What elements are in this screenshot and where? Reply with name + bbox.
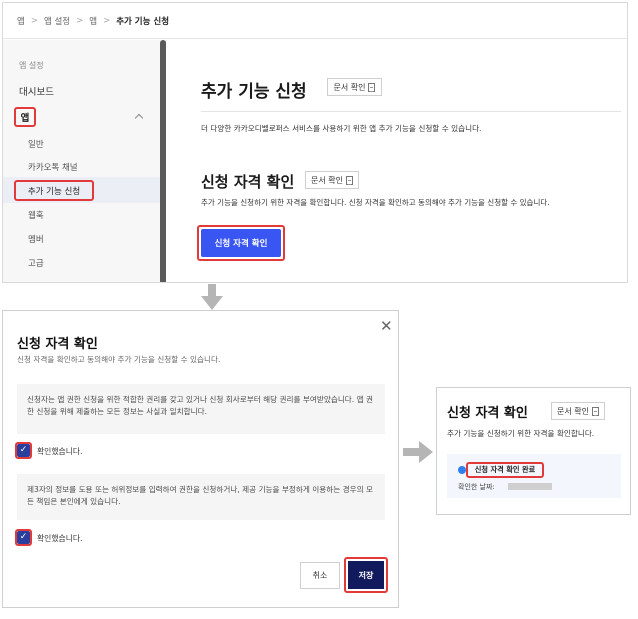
sidebar-item-general[interactable]: 일반 xyxy=(28,138,44,150)
sidebar-item-dashboard[interactable]: 대시보드 xyxy=(19,84,54,98)
checkbox-1-label: 확인했습니다. xyxy=(37,447,83,456)
confirmed-date-label: 확인한 날짜: xyxy=(458,483,495,491)
breadcrumb-app2[interactable]: 앱 xyxy=(89,15,97,27)
arrow-right-icon xyxy=(403,441,433,463)
document-icon xyxy=(591,406,599,416)
doc-check-button[interactable]: 문서 확인 xyxy=(327,78,382,96)
status-text: 신청 자격 확인 완료 xyxy=(474,465,536,474)
title-divider xyxy=(201,111,621,112)
result-description: 추가 기능을 신청하기 위한 자격을 확인합니다. xyxy=(447,429,595,438)
checkbox-2[interactable]: ✓ xyxy=(17,531,30,544)
result-title: 신청 자격 확인 xyxy=(447,406,528,421)
result-doc-check-label: 문서 확인 xyxy=(557,406,589,416)
notice-rights-text: 신청자는 앱 권한 신청을 위한 적합한 권리를 갖고 있거나 신청 회사로부터… xyxy=(27,395,374,416)
modal-subtitle: 신청 자격을 확인하고 동의해야 추가 기능을 신청할 수 있습니다. xyxy=(17,355,221,364)
eligibility-check-button-highlight: 신청 자격 확인 xyxy=(197,225,285,261)
sidebar-item-app[interactable]: 앱 xyxy=(14,107,36,127)
checkbox-1[interactable]: ✓ xyxy=(17,444,30,457)
sidebar: 앱 설정 대시보드 앱 일반 카카오톡 채널 추가 기능 신청 웹훅 멤버 고급 xyxy=(3,40,166,282)
notice-box-rights: 신청자는 앱 권한 신청을 위한 적합한 권리를 갖고 있거나 신청 회사로부터… xyxy=(17,384,385,434)
section-doc-check-label: 문서 확인 xyxy=(311,175,343,185)
breadcrumb: 앱 > 앱 설정 > 앱 > 추가 기능 신청 xyxy=(3,3,627,39)
save-button[interactable]: 저장 xyxy=(348,561,384,589)
document-icon xyxy=(368,82,376,92)
breadcrumb-current: 추가 기능 신청 xyxy=(116,16,170,27)
eligibility-check-button[interactable]: 신청 자격 확인 xyxy=(201,229,281,257)
eligibility-modal: 신청 자격 확인 ✕ 신청 자격을 확인하고 동의해야 추가 기능을 신청할 수… xyxy=(2,310,399,608)
sidebar-scrollbar[interactable] xyxy=(160,40,166,282)
section-description: 추가 기능을 신청하기 위한 자격을 확인합니다. 신청 자격을 확인하고 동의… xyxy=(201,198,550,207)
checkbox-2-label: 확인했습니다. xyxy=(37,534,83,543)
sidebar-section-title: 앱 설정 xyxy=(19,61,44,70)
notice-responsibility-text: 제3자의 정보를 도용 또는 허위정보를 입력하여 권한을 신청하거나, 제공 … xyxy=(27,485,374,506)
sidebar-item-webhook[interactable]: 웹훅 xyxy=(28,209,44,221)
document-icon xyxy=(345,175,353,185)
modal-title: 신청 자격 확인 xyxy=(17,337,98,352)
result-doc-check-button[interactable]: 문서 확인 xyxy=(551,402,605,420)
sidebar-item-kakaotalk-channel[interactable]: 카카오톡 채널 xyxy=(28,161,78,173)
sidebar-item-members[interactable]: 멤버 xyxy=(28,233,44,245)
console-screenshot: 앱 > 앱 설정 > 앱 > 추가 기능 신청 앱 설정 대시보드 앱 일반 카… xyxy=(2,2,628,283)
status-badge: 신청 자격 확인 완료 xyxy=(466,462,544,478)
notice-box-responsibility: 제3자의 정보를 도용 또는 허위정보를 입력하여 권한을 신청하거나, 제공 … xyxy=(17,474,385,520)
sidebar-item-extra-features-label: 추가 기능 신청 xyxy=(27,186,81,197)
breadcrumb-separator: > xyxy=(103,15,111,26)
breadcrumb-app[interactable]: 앱 xyxy=(17,15,25,27)
cancel-button[interactable]: 취소 xyxy=(300,562,340,589)
doc-check-label: 문서 확인 xyxy=(333,82,366,92)
status-box: 신청 자격 확인 완료 확인한 날짜: xyxy=(447,454,621,498)
save-button-highlight: 저장 xyxy=(344,557,388,593)
arrow-down-icon xyxy=(201,284,223,310)
page-title: 추가 기능 신청 xyxy=(201,82,307,102)
page-description: 더 다양한 카카오디벨로퍼스 서비스를 사용하기 위한 앱 추가 기능을 신청할… xyxy=(201,124,482,133)
chevron-up-icon[interactable] xyxy=(134,113,144,123)
section-title: 신청 자격 확인 xyxy=(201,173,295,191)
sidebar-item-advanced[interactable]: 고급 xyxy=(28,257,44,269)
confirmed-date-value-redacted xyxy=(508,483,552,490)
breadcrumb-app-settings[interactable]: 앱 설정 xyxy=(44,15,70,27)
breadcrumb-separator: > xyxy=(76,15,84,26)
breadcrumb-separator: > xyxy=(30,15,38,26)
section-doc-check-button[interactable]: 문서 확인 xyxy=(305,171,359,189)
close-icon[interactable]: ✕ xyxy=(380,319,393,334)
sidebar-item-extra-features[interactable]: 추가 기능 신청 xyxy=(14,180,94,201)
result-panel: 신청 자격 확인 문서 확인 추가 기능을 신청하기 위한 자격을 확인합니다.… xyxy=(436,387,631,515)
sidebar-item-app-label: 앱 xyxy=(20,113,30,124)
status-dot-icon xyxy=(458,466,466,474)
